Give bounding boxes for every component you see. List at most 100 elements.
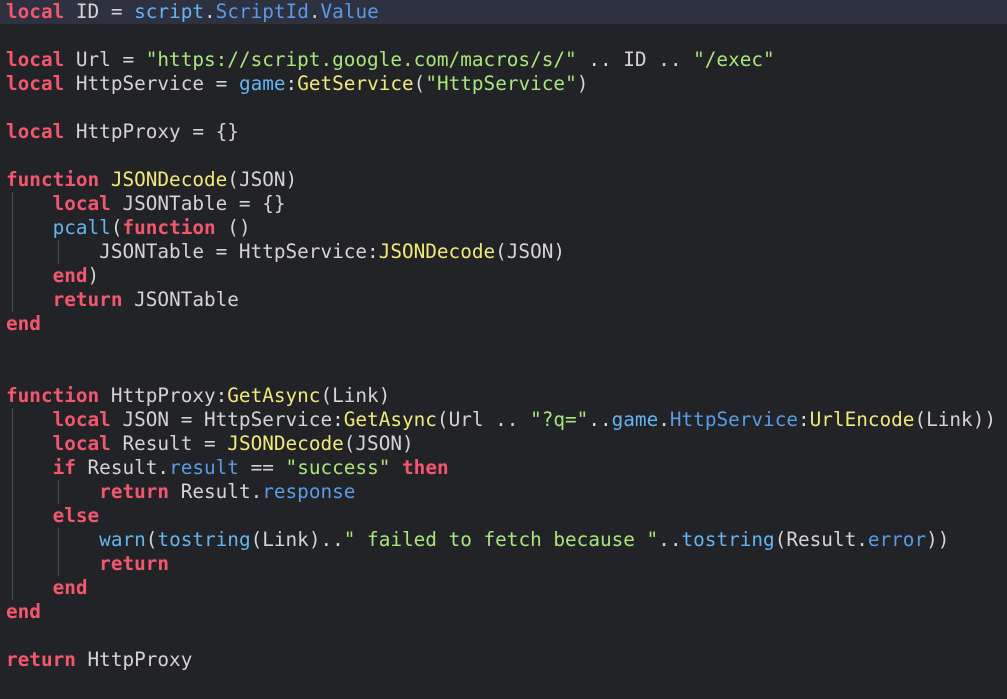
- code-token: if: [52, 456, 76, 479]
- code-line[interactable]: local HttpService = game:GetService("Htt…: [0, 72, 1007, 96]
- code-line[interactable]: local Url = "https://script.google.com/m…: [0, 48, 1007, 72]
- code-line[interactable]: [0, 624, 1007, 648]
- code-token: (JSON): [343, 432, 414, 455]
- code-token: (: [110, 216, 123, 239]
- code-line[interactable]: [0, 144, 1007, 168]
- code-token: "?q=": [530, 408, 589, 431]
- code-token: end: [52, 576, 88, 599]
- code-token: "HttpService": [425, 72, 577, 95]
- indent-guide: [12, 240, 13, 264]
- code-token: return: [99, 480, 170, 503]
- code-token: game: [611, 408, 659, 431]
- code-token: return: [6, 648, 76, 671]
- code-line[interactable]: pcall(function (): [0, 216, 1007, 240]
- code-token: HttpProxy:: [99, 384, 228, 407]
- code-token: error: [867, 528, 927, 551]
- code-line[interactable]: [0, 96, 1007, 120]
- indent-guide: [58, 480, 59, 504]
- code-token: (Result.: [774, 528, 868, 551]
- indent-guide: [12, 192, 13, 216]
- code-line[interactable]: JSONTable = HttpService:JSONDecode(JSON): [0, 240, 1007, 264]
- code-line[interactable]: [0, 336, 1007, 360]
- code-line[interactable]: warn(tostring(Link).." failed to fetch b…: [0, 528, 1007, 552]
- code-token: local: [6, 72, 65, 95]
- indent-guide: [12, 504, 13, 528]
- code-token: (Link)): [914, 408, 996, 431]
- code-token: GetAsync: [343, 408, 437, 431]
- code-line[interactable]: end: [0, 312, 1007, 336]
- code-token: :: [285, 72, 298, 95]
- code-token: else: [52, 504, 100, 527]
- code-token: HttpService: [669, 408, 798, 431]
- code-token: "/exec": [693, 48, 775, 71]
- code-token: local: [52, 432, 111, 455]
- code-token: local: [6, 48, 65, 71]
- code-line[interactable]: local JSONTable = {}: [0, 192, 1007, 216]
- indent-guide: [12, 264, 13, 288]
- code-token: end: [6, 312, 41, 335]
- indent-guide: [12, 456, 13, 480]
- code-line[interactable]: [0, 360, 1007, 384]
- code-token: :: [797, 408, 810, 431]
- code-token: JSON = HttpService:: [110, 408, 344, 431]
- code-line[interactable]: return HttpProxy: [0, 648, 1007, 672]
- code-token: JSONDecode: [227, 432, 344, 455]
- code-token: JSONTable = HttpService:: [6, 240, 379, 263]
- code-line[interactable]: return Result.response: [0, 480, 1007, 504]
- code-token: .: [204, 0, 216, 23]
- indent-guide: [12, 528, 13, 552]
- code-line[interactable]: local ID = script.ScriptId.Value: [0, 0, 1007, 24]
- code-line[interactable]: if Result.result == "success" then: [0, 456, 1007, 480]
- code-token: .: [658, 408, 670, 431]
- indent-guide: [58, 552, 59, 576]
- code-token: ..: [658, 528, 682, 551]
- code-token: ID =: [64, 0, 135, 23]
- code-token: (: [413, 72, 426, 95]
- code-token: JSONDecode: [110, 168, 228, 191]
- code-token: Result =: [110, 432, 228, 455]
- code-token: ..: [588, 408, 612, 431]
- code-line[interactable]: end: [0, 600, 1007, 624]
- code-token: HttpProxy = {}: [64, 120, 239, 143]
- indent-guide: [12, 288, 13, 312]
- code-line[interactable]: local HttpProxy = {}: [0, 120, 1007, 144]
- code-line[interactable]: function HttpProxy:GetAsync(Link): [0, 384, 1007, 408]
- code-line[interactable]: end): [0, 264, 1007, 288]
- code-token: Result.: [169, 480, 263, 503]
- code-token: script: [134, 0, 205, 23]
- code-token: "https://script.google.com/macros/s/": [145, 48, 577, 71]
- code-token: function: [6, 168, 100, 191]
- indent-guide: [12, 432, 13, 456]
- indent-guide: [12, 576, 13, 600]
- code-line[interactable]: [0, 24, 1007, 48]
- code-line[interactable]: local JSON = HttpService:GetAsync(Url ..…: [0, 408, 1007, 432]
- code-line[interactable]: end: [0, 576, 1007, 600]
- code-line[interactable]: local Result = JSONDecode(JSON): [0, 432, 1007, 456]
- indent-guide: [12, 480, 13, 504]
- code-token: ): [87, 264, 100, 287]
- code-token: JSONTable: [122, 288, 239, 311]
- code-token: end: [52, 264, 88, 287]
- code-token: UrlEncode: [809, 408, 915, 431]
- code-token: Url =: [64, 48, 146, 71]
- code-token: warn: [99, 528, 146, 551]
- code-editor[interactable]: local ID = script.ScriptId.Value local U…: [0, 0, 1007, 699]
- code-token: (JSON): [495, 240, 566, 263]
- code-line[interactable]: return: [0, 552, 1007, 576]
- indent-guide: [58, 240, 59, 264]
- code-token: then: [402, 456, 449, 479]
- code-token: pcall: [52, 216, 111, 239]
- code-line[interactable]: else: [0, 504, 1007, 528]
- code-token: .. ID ..: [576, 48, 694, 71]
- code-token: "success": [285, 456, 391, 479]
- code-token: HttpProxy: [75, 648, 193, 671]
- code-token: tostring: [157, 528, 251, 551]
- code-token: )): [926, 528, 950, 551]
- code-token: Result.: [75, 456, 170, 479]
- code-token: local: [6, 0, 65, 23]
- code-line[interactable]: return JSONTable: [0, 288, 1007, 312]
- code-line[interactable]: function JSONDecode(JSON): [0, 168, 1007, 192]
